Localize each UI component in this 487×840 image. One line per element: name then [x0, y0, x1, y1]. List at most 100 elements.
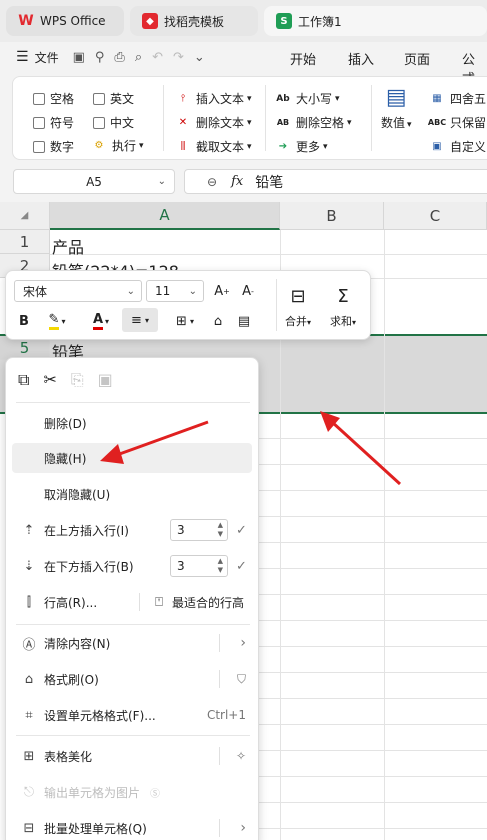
menu-vertical-divider	[139, 593, 140, 611]
checkbox[interactable]	[33, 92, 45, 105]
cell-a1[interactable]: 产品	[52, 234, 84, 258]
name-box[interactable]: A5 ⌄	[13, 169, 175, 194]
magic-wand-icon[interactable]: ✧	[236, 749, 246, 763]
formula-value[interactable]: 铅笔	[255, 172, 283, 192]
tab-page[interactable]: 页面	[404, 49, 430, 68]
save-icon[interactable]: ▣	[73, 50, 85, 65]
menu-unhide[interactable]: 取消隐藏(U)	[6, 479, 260, 509]
round-button[interactable]: ▦ 四舍五	[429, 90, 486, 107]
stepper-icon[interactable]: ▲ ▼	[218, 521, 223, 539]
execute-button[interactable]: ⚙ 执行 ▾	[91, 137, 144, 154]
tab-insert[interactable]: 插入	[348, 49, 374, 68]
stepper-icon[interactable]: ▲ ▼	[218, 557, 223, 575]
check-chinese[interactable]: 中文	[93, 114, 134, 131]
tab-home[interactable]: 开始	[290, 49, 316, 68]
menu-insert-above[interactable]: ⇡ 在上方插入行(I) 3 ▲ ▼ ✓	[6, 515, 260, 545]
format-painter-icon[interactable]: ⌂	[208, 311, 228, 331]
font-color-button[interactable]: A ▾	[86, 311, 116, 331]
case-button[interactable]: Ab 大小写 ▾	[275, 90, 339, 107]
merge-icon: ⊟	[290, 285, 306, 307]
menu-hide[interactable]: 隐藏(H)	[12, 443, 252, 473]
border-icon: ⊞	[176, 313, 187, 329]
redo-icon[interactable]: ↷	[173, 50, 184, 65]
round-icon: ▦	[432, 93, 442, 104]
chevron-right-icon[interactable]: ›	[240, 820, 246, 836]
check-english[interactable]: 英文	[93, 90, 134, 107]
menu-best-fit-height[interactable]: ⍞ 最适合的行高	[146, 587, 260, 617]
column-header-a[interactable]: A	[50, 202, 280, 230]
paste-special-icon[interactable]: ▣	[98, 370, 113, 390]
row-header-1[interactable]: 1	[0, 230, 50, 254]
cut-icon[interactable]: ✂	[43, 370, 56, 390]
increase-font-icon[interactable]: A +	[212, 281, 232, 301]
insert-above-count-input[interactable]: 3 ▲ ▼	[170, 519, 228, 541]
insert-below-count-input[interactable]: 3 ▲ ▼	[170, 555, 228, 577]
select-all-corner[interactable]: ◢	[0, 202, 50, 230]
insert-row-below-icon: ⇣	[23, 558, 35, 574]
menu-insert-below[interactable]: ⇣ 在下方插入行(B) 3 ▲ ▼ ✓	[6, 551, 260, 581]
keep-only-button[interactable]: ABC 只保留	[428, 114, 486, 131]
copy-icon[interactable]: ⧉	[18, 370, 29, 390]
font-select[interactable]: 宋体 ⌄	[14, 280, 142, 302]
share-icon[interactable]: ⚲	[95, 50, 105, 65]
grid-column-line	[384, 230, 385, 840]
decrease-font-icon[interactable]: A-	[238, 281, 258, 301]
column-header-b[interactable]: B	[280, 202, 384, 230]
batch-process-icon: ⊟	[23, 820, 35, 836]
menu-clear-content[interactable]: Ⓐ 清除内容(N) ›	[6, 628, 260, 658]
tab-workbook[interactable]: S 工作簿1	[264, 6, 487, 36]
more-button[interactable]: ➔ 更多 ▾	[275, 138, 328, 155]
sum-button[interactable]: Σ 求和▾	[326, 279, 360, 335]
extract-text-button[interactable]: ⫼ 截取文本 ▾	[175, 138, 252, 155]
print-preview-icon[interactable]: ⌕	[135, 50, 142, 65]
tab-template[interactable]: ◆ 找稻壳模板	[130, 6, 258, 36]
chevron-right-icon[interactable]: ›	[240, 635, 246, 651]
checkbox[interactable]	[93, 92, 105, 105]
custom-button[interactable]: ▣ 自定义	[429, 138, 486, 155]
chevron-down-icon[interactable]: ⌄	[158, 176, 166, 187]
checkbox[interactable]	[93, 116, 105, 129]
menu-table-beautify[interactable]: ⊞ 表格美化 ✧	[6, 741, 260, 771]
checkbox[interactable]	[33, 116, 45, 129]
confirm-check-icon[interactable]: ✓	[236, 559, 247, 574]
insert-text-button[interactable]: ⫯ 插入文本 ▾	[175, 90, 252, 107]
insert-row-above-icon: ⇡	[23, 522, 35, 538]
menu-format-painter[interactable]: ⌂ 格式刷(O) ⛉	[6, 664, 260, 694]
border-button[interactable]: ⊞ ▾	[170, 311, 200, 331]
delete-space-button[interactable]: AB 删除空格 ▾	[275, 114, 352, 131]
menu-batch-process[interactable]: ⊟ 批量处理单元格(Q) ›	[6, 813, 260, 840]
zoom-icon[interactable]: ⊖	[207, 175, 217, 189]
check-number[interactable]: 数字	[33, 138, 74, 155]
chevron-down-icon[interactable]: ⌄	[194, 50, 205, 65]
delete-text-button[interactable]: ✕ 删除文本 ▾	[175, 114, 252, 131]
menu-export-image[interactable]: ⎋ 输出单元格为图片 Ⓢ	[6, 777, 260, 807]
menu-delete[interactable]: 删除(D)	[6, 408, 260, 438]
quick-access-toolbar: ▣ ⚲ ⎙ ⌕ ↶ ↷ ⌄	[73, 50, 205, 65]
confirm-check-icon[interactable]: ✓	[236, 523, 247, 538]
bold-icon[interactable]: B	[16, 311, 32, 331]
undo-icon[interactable]: ↶	[152, 50, 163, 65]
insert-text-icon: ⫯	[180, 93, 186, 104]
align-button[interactable]: ≡ ▾	[122, 308, 158, 332]
hamburger-icon[interactable]: ☰	[16, 49, 29, 65]
font-size-select[interactable]: 11 ⌄	[146, 280, 204, 302]
menu-vertical-divider	[219, 819, 220, 837]
value-button[interactable]: ▤ 数值 ▾	[381, 85, 412, 131]
tab-wps-office[interactable]: W WPS Office	[6, 6, 124, 36]
column-header-c[interactable]: C	[384, 202, 487, 230]
table-beautify-icon: ⊞	[23, 748, 35, 764]
wrap-text-icon[interactable]: ▤	[234, 311, 254, 331]
fx-icon[interactable]: fx	[231, 174, 243, 189]
formula-input[interactable]: ⊖ fx 铅笔	[184, 169, 487, 194]
merge-button[interactable]: ⊟ 合并▾	[282, 279, 314, 335]
file-menu[interactable]: 文件	[35, 49, 59, 66]
check-symbol[interactable]: 符号	[33, 114, 74, 131]
print-icon[interactable]: ⎙	[114, 50, 124, 65]
format-painter-pin-icon[interactable]: ⛉	[237, 672, 246, 687]
check-space[interactable]: 空格	[33, 90, 74, 107]
fill-color-button[interactable]: ✎ ▾	[42, 311, 72, 331]
menu-format-cells[interactable]: ⌗ 设置单元格格式(F)... Ctrl+1	[6, 700, 260, 730]
checkbox[interactable]	[33, 140, 45, 153]
paste-icon[interactable]: ⎘	[71, 370, 84, 390]
menu-divider	[16, 735, 250, 736]
